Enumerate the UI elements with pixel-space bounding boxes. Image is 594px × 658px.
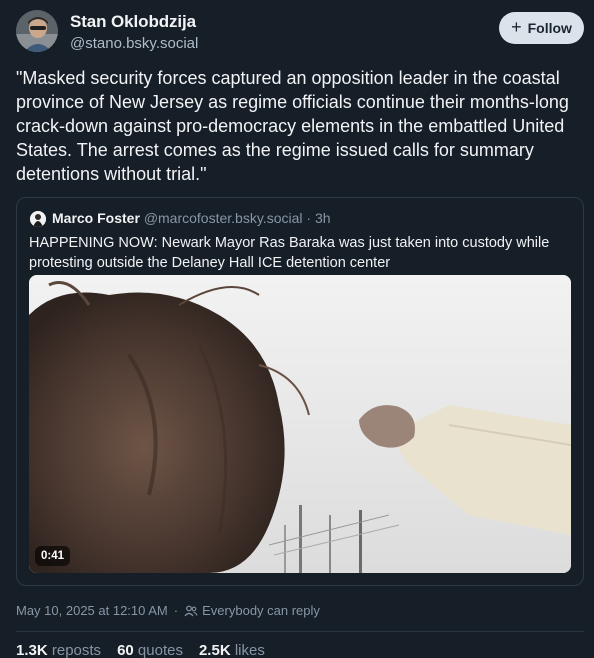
meta-separator: · <box>173 603 179 618</box>
quoted-post-time: 3h <box>314 210 331 226</box>
reposts-stat[interactable]: 1.3K reposts <box>16 642 101 658</box>
likes-label: likes <box>234 642 265 658</box>
likes-stat[interactable]: 2.5K likes <box>199 642 265 658</box>
video-thumbnail[interactable]: 0:41 <box>29 275 571 573</box>
quoted-post[interactable]: Marco Foster @marcofoster.bsky.social · … <box>16 197 584 586</box>
people-icon <box>184 605 198 616</box>
follow-button[interactable]: + Follow <box>499 12 584 44</box>
follow-button-label: Follow <box>527 20 572 36</box>
reply-setting[interactable]: Everybody can reply <box>184 603 320 618</box>
reply-setting-label: Everybody can reply <box>202 603 320 618</box>
quoted-author-handle[interactable]: @marcofoster.bsky.social <box>144 210 303 226</box>
header-separator: · <box>302 210 315 226</box>
post-timestamp[interactable]: May 10, 2025 at 12:10 AM <box>16 603 168 618</box>
quoted-post-header: Marco Foster @marcofoster.bsky.social · … <box>52 210 331 226</box>
quoted-post-text: HAPPENING NOW: Newark Mayor Ras Baraka w… <box>29 235 550 271</box>
reposts-count: 1.3K <box>16 642 48 658</box>
avatar[interactable] <box>16 10 58 52</box>
divider <box>16 631 584 632</box>
author-handle[interactable]: @stano.bsky.social <box>70 35 198 52</box>
video-duration: 0:41 <box>35 546 71 566</box>
quotes-stat[interactable]: 60 quotes <box>117 642 183 658</box>
quotes-count: 60 <box>117 642 134 658</box>
plus-icon: + <box>511 17 522 37</box>
quoted-author-avatar[interactable] <box>30 211 46 227</box>
author-name[interactable]: Stan Oklobdzija <box>70 12 196 32</box>
quoted-author-name[interactable]: Marco Foster <box>52 210 140 226</box>
post-thread: Stan Oklobdzija @stano.bsky.social + Fol… <box>0 0 594 658</box>
reposts-label: reposts <box>51 642 102 658</box>
likes-count: 2.5K <box>198 642 231 658</box>
engagement-stats: 1.3K reposts 60 quotes 2.5K likes <box>16 642 265 658</box>
quotes-label: quotes <box>137 642 183 658</box>
video-frame <box>29 275 571 573</box>
post-meta: May 10, 2025 at 12:10 AM · Everybody can… <box>16 603 320 618</box>
post-text: "Masked security forces captured an oppo… <box>16 68 569 184</box>
